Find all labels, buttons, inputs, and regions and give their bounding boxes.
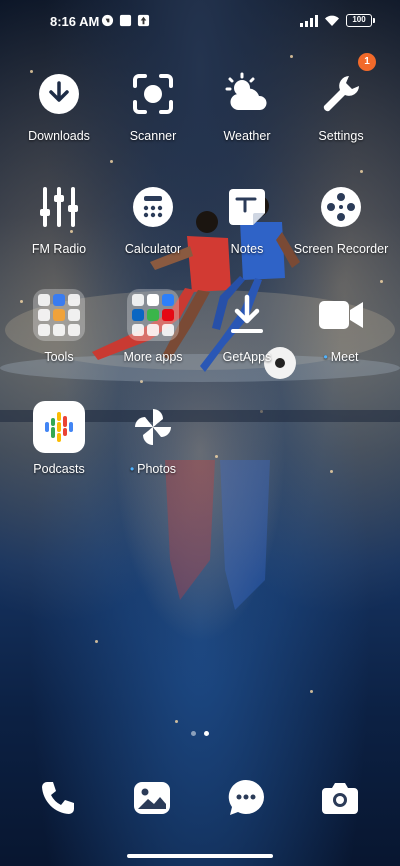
app-label: Calculator xyxy=(124,242,182,256)
page-indicator xyxy=(0,731,400,736)
status-bar: 8:16 AM 100 xyxy=(0,0,400,44)
pinwheel-icon xyxy=(135,409,171,445)
folder-more-apps[interactable]: More apps xyxy=(105,288,201,365)
app-notes[interactable]: Notes xyxy=(199,180,295,257)
upload-notification-icon xyxy=(137,14,150,27)
app-label: Podcasts xyxy=(33,462,85,476)
camera-icon xyxy=(322,783,358,814)
app-label: Meet xyxy=(293,350,389,365)
notification-icons xyxy=(101,14,150,27)
folder-icon xyxy=(33,289,85,341)
app-fm-radio[interactable]: FM Radio xyxy=(11,180,107,257)
weather-icon xyxy=(225,72,267,110)
equalizer-icon xyxy=(40,187,78,227)
app-podcasts[interactable]: Podcasts xyxy=(11,400,107,477)
podcasts-icon xyxy=(33,401,85,453)
dock-gallery[interactable] xyxy=(130,776,174,820)
app-label: FM Radio xyxy=(31,242,87,256)
vpn-key-icon xyxy=(101,14,114,27)
app-label: More apps xyxy=(123,350,183,364)
app-screen-recorder[interactable]: Screen Recorder xyxy=(293,180,389,257)
app-scanner[interactable]: Scanner xyxy=(105,67,201,144)
app-getapps[interactable]: GetApps xyxy=(199,288,295,365)
getapps-download-icon xyxy=(231,294,263,333)
app-label: Downloads xyxy=(28,129,90,143)
gallery-icon xyxy=(134,782,170,814)
scanner-icon xyxy=(133,74,173,114)
folder-icon xyxy=(127,289,179,341)
square-notification-icon xyxy=(119,14,132,27)
app-meet[interactable]: Meet xyxy=(293,288,389,365)
chat-bubble-icon xyxy=(228,779,264,815)
app-weather[interactable]: Weather xyxy=(199,67,295,144)
dock-messages[interactable] xyxy=(224,776,268,820)
download-icon xyxy=(39,74,79,114)
app-label: Weather xyxy=(223,129,271,143)
notification-badge: 1 xyxy=(358,53,376,71)
app-label: Settings xyxy=(318,129,364,143)
app-photos[interactable]: Photos xyxy=(105,400,201,477)
dock-phone[interactable] xyxy=(36,776,80,820)
phone-icon xyxy=(42,782,74,814)
app-label: Screen Recorder xyxy=(293,242,389,256)
app-settings[interactable]: 1 Settings xyxy=(293,53,389,144)
calculator-icon xyxy=(133,187,173,227)
app-downloads[interactable]: Downloads xyxy=(11,67,107,144)
signal-icon xyxy=(300,14,318,27)
film-reel-icon xyxy=(321,187,361,227)
home-gesture-bar[interactable] xyxy=(127,854,273,858)
app-label: GetApps xyxy=(222,350,272,364)
page-dot-active xyxy=(204,731,209,736)
app-label: Scanner xyxy=(129,129,177,143)
battery-indicator: 100 xyxy=(346,14,375,27)
app-label: Photos xyxy=(105,462,201,477)
app-label: Notes xyxy=(230,242,264,256)
page-dot xyxy=(191,731,196,736)
video-camera-icon xyxy=(319,301,363,329)
notes-icon xyxy=(229,189,265,225)
wifi-icon xyxy=(325,15,339,26)
folder-tools[interactable]: Tools xyxy=(11,288,107,365)
status-time: 8:16 AM xyxy=(50,14,100,29)
dock-camera[interactable] xyxy=(318,776,362,820)
app-label: Tools xyxy=(44,350,74,364)
app-calculator[interactable]: Calculator xyxy=(105,180,201,257)
system-status: 100 xyxy=(300,14,375,27)
wrench-icon xyxy=(323,76,359,112)
